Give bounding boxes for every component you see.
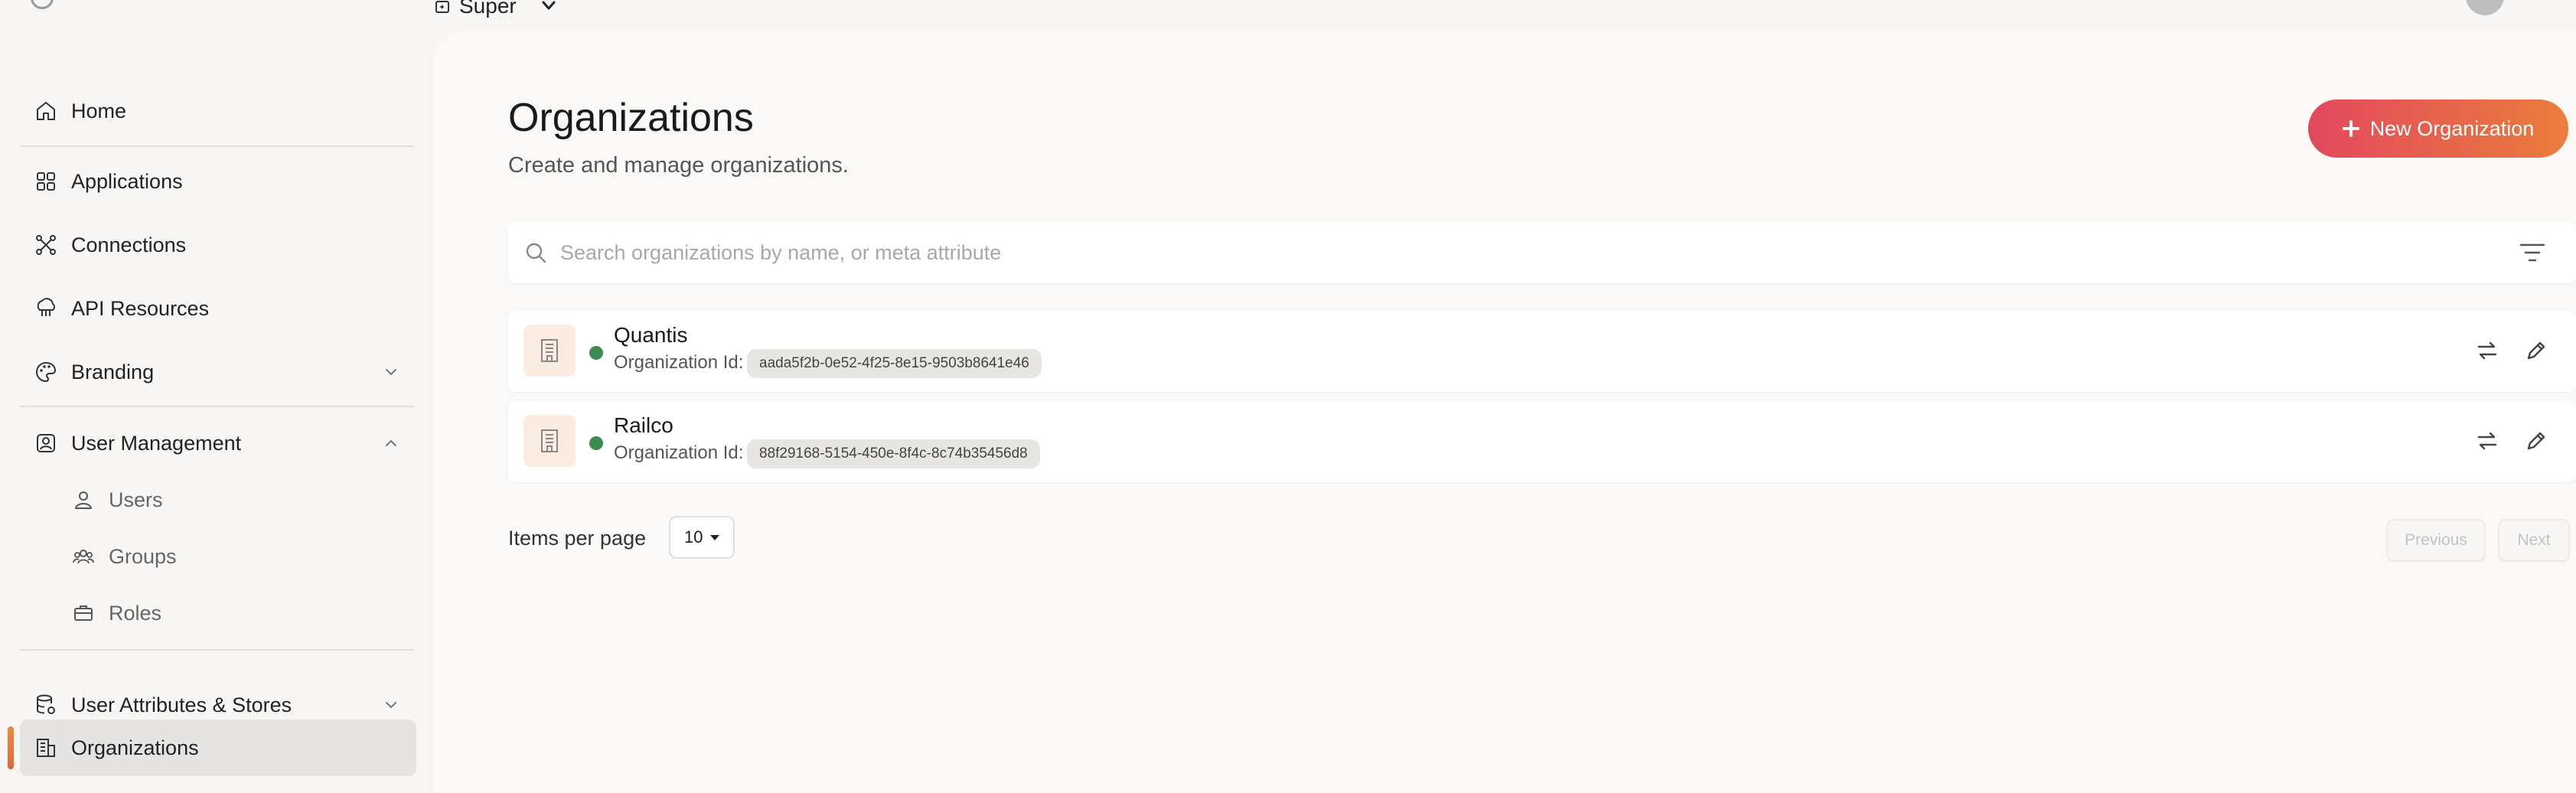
sidebar-item-label: Users: [109, 488, 163, 511]
user-management-icon: [37, 434, 55, 452]
building-icon: [37, 739, 55, 757]
main-content: Organizations Create and manage organiza…: [433, 31, 2576, 793]
list-item[interactable]: Railco Organization Id: 88f29168-5154-45…: [508, 401, 2576, 482]
briefcase-icon: [74, 605, 93, 621]
sidebar-item-groups[interactable]: Groups: [20, 528, 416, 585]
api-resources-icon: [37, 298, 55, 316]
search-icon: [526, 243, 546, 263]
sidebar-item-label: Connections: [71, 233, 187, 256]
status-indicator: [589, 346, 603, 360]
building-icon: [541, 429, 558, 452]
sidebar-item-label: User Attributes & Stores: [71, 693, 292, 716]
user-avatar[interactable]: [2466, 0, 2504, 15]
organization-id-label: Organization Id:: [614, 442, 744, 463]
sidebar-item-label: Branding: [71, 360, 155, 383]
chevron-down-icon: [386, 369, 396, 376]
sidebar-item-label: Home: [71, 99, 127, 122]
sidebar-item-label: User Management: [71, 431, 242, 455]
search-bar: [508, 222, 2576, 283]
new-organization-label: New Organization: [2369, 116, 2535, 140]
switch-icon[interactable]: [2475, 429, 2499, 453]
sidebar-item-label: Groups: [109, 544, 177, 568]
applications-icon: [37, 172, 55, 191]
sidebar-item-user-management[interactable]: User Management: [20, 415, 416, 472]
page-subtitle: Create and manage organizations.: [508, 153, 849, 178]
organization-id-badge: 88f29168-5154-450e-8f4c-8c74b35456d8: [747, 439, 1040, 468]
sidebar-item-home[interactable]: Home: [20, 83, 416, 139]
organization-id-label: Organization Id:: [614, 352, 744, 373]
edit-icon[interactable]: [2524, 429, 2548, 453]
home-icon: [37, 102, 55, 120]
filter-icon[interactable]: [2519, 242, 2545, 263]
app-logo[interactable]: [31, 0, 54, 9]
next-page-button[interactable]: Next: [2498, 519, 2570, 562]
organization-name[interactable]: Railco: [614, 413, 673, 438]
active-indicator: [8, 726, 14, 769]
organization-id-badge: aada5f2b-0e52-4f25-8e15-9503b8641e46: [747, 349, 1042, 378]
sidebar-item-api-resources[interactable]: API Resources: [20, 280, 416, 337]
user-icon: [75, 491, 92, 509]
organization-name[interactable]: Quantis: [614, 323, 688, 348]
trash-icon[interactable]: [2573, 338, 2576, 363]
building-icon: [541, 339, 558, 362]
sidebar-item-roles[interactable]: Roles: [20, 585, 416, 641]
items-per-page-select[interactable]: 10: [669, 516, 735, 559]
chevron-up-icon: [386, 439, 396, 446]
edit-icon[interactable]: [2524, 338, 2548, 363]
list-item[interactable]: Quantis Organization Id: aada5f2b-0e52-4…: [508, 311, 2576, 392]
organization-avatar: [523, 415, 576, 467]
organization-avatar: [523, 325, 576, 377]
switch-icon[interactable]: [2475, 338, 2499, 363]
plus-icon: [2342, 120, 2359, 137]
page-title: Organizations: [508, 96, 754, 140]
palette-icon: [36, 361, 57, 383]
caret-down-icon: [710, 534, 720, 540]
search-input[interactable]: [560, 234, 2473, 271]
new-organization-button[interactable]: New Organization: [2308, 100, 2568, 158]
sidebar-item-label: Applications: [71, 169, 183, 193]
sidebar-divider: [20, 649, 413, 651]
sidebar-item-label: API Resources: [71, 296, 210, 320]
sidebar-item-connections[interactable]: Connections: [20, 217, 416, 273]
items-per-page-label: Items per page: [508, 527, 647, 550]
organization-switcher-label[interactable]: Super: [459, 0, 517, 17]
trash-icon[interactable]: [2573, 429, 2576, 453]
connections-icon: [36, 235, 56, 255]
database-icon: [37, 694, 55, 714]
chevron-down-icon: [386, 702, 396, 709]
groups-icon: [73, 550, 94, 564]
previous-page-button[interactable]: Previous: [2386, 519, 2486, 562]
sidebar-divider: [20, 145, 413, 147]
sidebar-item-organizations[interactable]: Organizations: [20, 720, 416, 776]
sidebar-divider: [20, 406, 413, 407]
sidebar-item-label: Roles: [109, 601, 162, 625]
chevron-down-icon[interactable]: [539, 0, 559, 12]
items-per-page-value: 10: [684, 527, 703, 547]
sidebar-item-applications[interactable]: Applications: [20, 153, 416, 210]
sidebar-item-label: Organizations: [71, 736, 199, 759]
organization-switch-icon[interactable]: [435, 0, 455, 14]
sidebar-item-branding[interactable]: Branding: [20, 344, 416, 400]
sidebar: Home Applications Connections API Resour…: [0, 31, 433, 793]
top-bar: Super: [0, 0, 2576, 31]
sidebar-item-users[interactable]: Users: [20, 472, 416, 528]
status-indicator: [589, 436, 603, 450]
